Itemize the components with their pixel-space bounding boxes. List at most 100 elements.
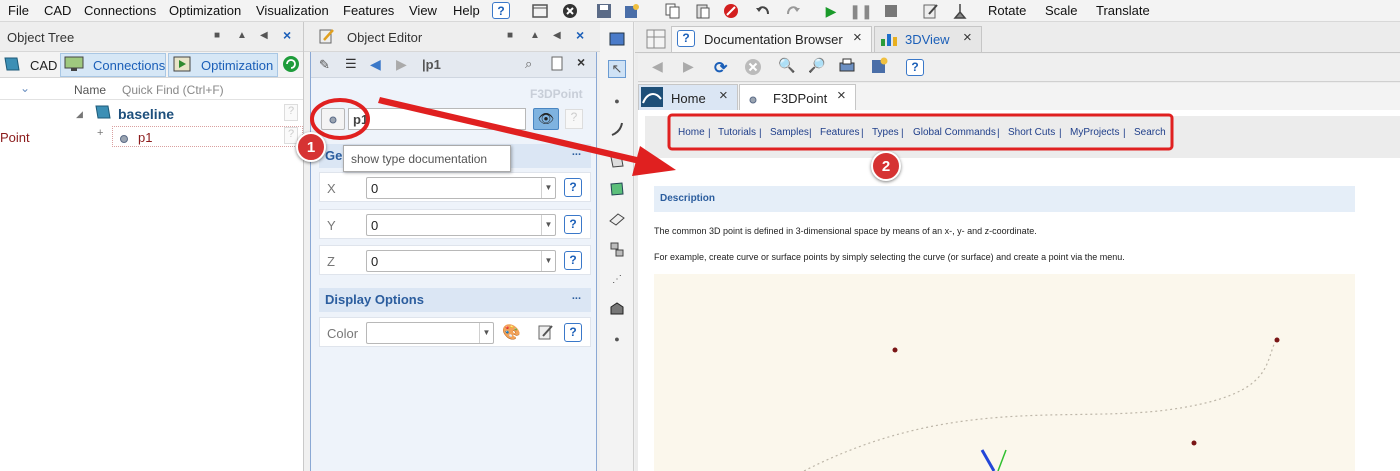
browser-refresh-icon[interactable]: ⟳ xyxy=(714,58,727,78)
tree-node-baseline[interactable]: baseline xyxy=(118,106,174,122)
connector-tool-icon[interactable] xyxy=(608,240,626,258)
close-circle-icon[interactable] xyxy=(561,2,579,20)
palette-icon[interactable]: 🎨 xyxy=(502,323,521,341)
nav-link-samples[interactable]: Samples xyxy=(770,127,809,138)
save-as-icon[interactable] xyxy=(623,2,641,20)
y-input[interactable]: 0 ▼ xyxy=(366,214,556,236)
type-doc-button[interactable] xyxy=(321,108,345,130)
refresh-green-icon[interactable] xyxy=(282,55,300,76)
tab-connections[interactable]: Connections xyxy=(93,58,165,80)
editor-close-icon[interactable]: × xyxy=(576,27,584,43)
inner-tab-home[interactable]: Home × xyxy=(638,84,738,110)
menu-view[interactable]: View xyxy=(409,3,437,18)
back-icon[interactable]: ◀ xyxy=(370,56,381,73)
rotate-button[interactable]: Rotate xyxy=(988,3,1026,18)
z-input[interactable]: 0 ▼ xyxy=(366,250,556,272)
display-options-header[interactable]: Display Options ... xyxy=(319,288,591,312)
visibility-eye-icon[interactable]: 👁 xyxy=(533,108,559,130)
color-input[interactable]: ▼ xyxy=(366,322,494,344)
layout-icon[interactable] xyxy=(641,27,671,51)
edit-color-icon[interactable] xyxy=(538,324,554,343)
chevron-down-icon[interactable]: ▼ xyxy=(541,251,555,271)
measure-icon[interactable] xyxy=(951,2,969,20)
menu-optimization[interactable]: Optimization xyxy=(169,3,241,18)
z-help-icon[interactable]: ? xyxy=(564,251,582,270)
pause-icon[interactable]: ❚❚ xyxy=(849,2,872,20)
nav-link-home[interactable]: Home xyxy=(678,127,705,138)
chevron-down-icon[interactable]: ▼ xyxy=(541,215,555,235)
chevron-down-icon[interactable]: ▼ xyxy=(541,178,555,198)
nav-link-global-commands[interactable]: Global Commands xyxy=(913,127,996,138)
nav-link-search[interactable]: Search xyxy=(1134,127,1166,138)
curve-tool-icon[interactable] xyxy=(608,120,626,138)
search-icon[interactable]: ⌕ xyxy=(525,56,532,72)
baseline-help-icon[interactable]: ? xyxy=(284,104,298,121)
copy-icon[interactable] xyxy=(664,2,682,20)
menu-cad[interactable]: CAD xyxy=(44,3,71,18)
redo-icon[interactable] xyxy=(784,2,802,20)
general-more-icon[interactable]: ... xyxy=(572,146,581,158)
menu-visualization[interactable]: Visualization xyxy=(256,3,329,18)
help-icon[interactable]: ? xyxy=(492,2,510,19)
color-help-icon[interactable]: ? xyxy=(564,323,582,342)
pin-icon[interactable]: ✎ xyxy=(319,57,330,73)
nav-link-tutorials[interactable]: Tutorials xyxy=(718,127,756,138)
name-help-icon[interactable]: ? xyxy=(565,109,583,129)
dotted-line-icon[interactable]: ⋰ xyxy=(608,270,626,288)
inner-tab-f3dpoint[interactable]: F3DPoint × xyxy=(739,84,856,110)
print-icon[interactable] xyxy=(838,58,856,77)
surface-tool-icon[interactable] xyxy=(608,152,626,170)
3dview-tab-close-icon[interactable]: × xyxy=(963,29,972,46)
translate-button[interactable]: Translate xyxy=(1096,3,1150,18)
editor-left-icon[interactable]: ◀ xyxy=(553,30,561,41)
maximize-icon[interactable]: ■ xyxy=(214,30,220,41)
tab-3dview[interactable]: 3DView × xyxy=(874,26,982,52)
scale-button[interactable]: Scale xyxy=(1045,3,1078,18)
display-more-icon[interactable]: ... xyxy=(572,290,581,302)
object-name-input[interactable]: p1 xyxy=(348,108,526,130)
divider[interactable] xyxy=(303,22,304,471)
y-help-icon[interactable]: ? xyxy=(564,215,582,234)
menu-connections[interactable]: Connections xyxy=(84,3,156,18)
point-tool-icon[interactable]: ● xyxy=(608,92,626,110)
stop-icon[interactable] xyxy=(722,2,740,20)
f3dpoint-tab-close-icon[interactable]: × xyxy=(837,87,846,104)
plane-tool-icon[interactable] xyxy=(608,210,626,228)
collapse-triangle-icon[interactable]: ◢ xyxy=(76,109,83,120)
home-tab-close-icon[interactable]: × xyxy=(719,87,728,104)
document-icon[interactable] xyxy=(551,56,563,74)
undo-icon[interactable] xyxy=(754,2,772,20)
zoom-in-icon[interactable]: 🔎 xyxy=(808,57,825,74)
bookmark-icon[interactable] xyxy=(871,57,889,78)
play-icon[interactable]: ▶ xyxy=(822,2,840,20)
select-arrow-icon[interactable]: ↖ xyxy=(608,60,626,78)
chevron-down-icon[interactable]: ▼ xyxy=(479,323,493,343)
editor-up-icon[interactable]: ▲ xyxy=(530,30,540,41)
editor-maximize-icon[interactable]: ■ xyxy=(507,30,513,41)
window-icon[interactable] xyxy=(608,30,626,48)
menu-features[interactable]: Features xyxy=(343,3,394,18)
forward-icon[interactable]: ▶ xyxy=(396,56,407,73)
browser-back-icon[interactable]: ◀ xyxy=(652,58,663,75)
zoom-out-icon[interactable]: 🔍 xyxy=(778,57,795,74)
nav-link-myprojects[interactable]: MyProjects xyxy=(1070,127,1119,138)
menu-help[interactable]: Help xyxy=(453,3,480,18)
browser-stop-icon[interactable] xyxy=(744,58,762,79)
x-help-icon[interactable]: ? xyxy=(564,178,582,197)
close-icon[interactable]: × xyxy=(283,27,291,43)
menu-file[interactable]: File xyxy=(8,3,29,18)
tree-node-p1[interactable]: p1 xyxy=(138,130,152,145)
quick-find-input[interactable]: Quick Find (Ctrl+F) xyxy=(122,83,224,97)
tab-cad[interactable]: CAD xyxy=(30,58,57,80)
nav-link-features[interactable]: Features xyxy=(820,127,859,138)
save-icon[interactable] xyxy=(595,2,613,20)
browser-help-icon[interactable]: ? xyxy=(906,59,924,76)
nav-link-short-cuts[interactable]: Short Cuts xyxy=(1008,127,1055,138)
paste-icon[interactable] xyxy=(694,2,712,20)
new-window-icon[interactable] xyxy=(531,2,549,20)
tab-optimization[interactable]: Optimization xyxy=(201,58,273,80)
solid-tool-icon[interactable] xyxy=(608,300,626,318)
nav-link-types[interactable]: Types xyxy=(872,127,899,138)
doc-tab-close-icon[interactable]: × xyxy=(853,29,862,46)
up-icon[interactable]: ▲ xyxy=(237,30,247,41)
